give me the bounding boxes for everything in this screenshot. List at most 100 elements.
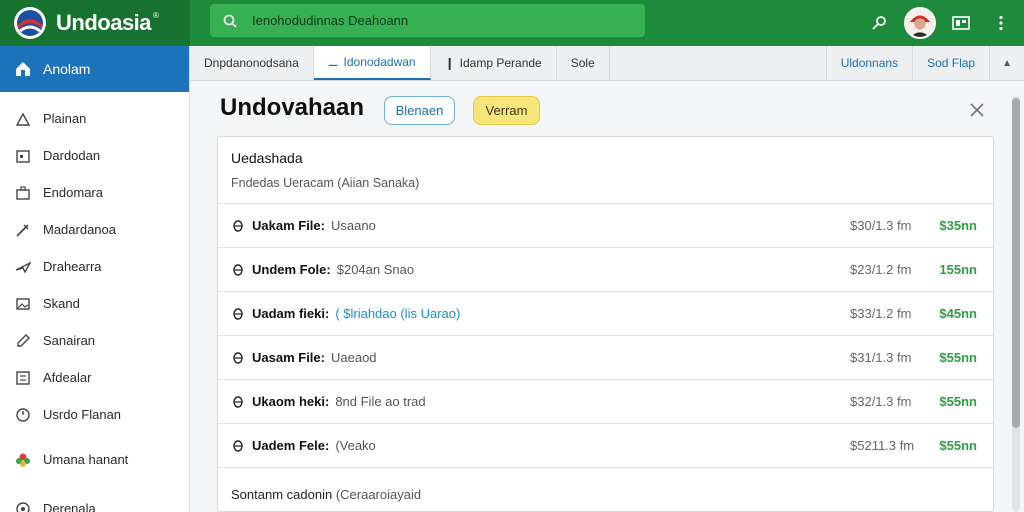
card-subtitle: Fndedas Ueracam (Aiian Sanaka) (231, 176, 420, 190)
registered-mark: ® (153, 10, 159, 20)
table-row[interactable]: Uakam File: Usaano $30/1.3 fm $35nn (218, 204, 993, 248)
sidebar-item[interactable]: Madardanoa (0, 211, 189, 248)
tab-link-one[interactable]: Uldonnans (825, 46, 912, 80)
scrollbar-thumb[interactable] (1012, 98, 1020, 428)
row-price: $55nn (939, 394, 977, 409)
table-row[interactable]: Uadem Fele: (Veako $5211.3 fm $55nn (218, 424, 993, 468)
row-size: $31/1.3 fm (850, 350, 912, 365)
file-icon (231, 263, 245, 276)
chevron-up-icon[interactable]: ▲ (989, 46, 1024, 80)
page-title: Undovahaan (220, 94, 365, 121)
row-detail: (Veako (335, 438, 376, 453)
brand-name: Undoasia (56, 10, 152, 35)
sidebar-item[interactable]: Plainan (0, 100, 189, 137)
sidebar-item-label: Skand (43, 296, 80, 311)
row-label: Ukaom heki: (252, 394, 330, 409)
list-icon (14, 369, 32, 387)
row-size: $32/1.3 fm (850, 394, 912, 409)
tab-sole[interactable]: Sole (557, 46, 610, 80)
brand[interactable]: Undoasia ® (0, 0, 190, 46)
sidebar-item[interactable]: Umana hanant (0, 441, 189, 478)
row-label: Uadam fieki: (252, 306, 330, 321)
sidebar-item[interactable]: Skand (0, 285, 189, 322)
row-detail: 8nd File ao trad (335, 394, 426, 409)
footer-label: Sontanm cadonin (231, 487, 333, 502)
table-row[interactable]: Uasam File: Uaeaod $31/1.3 fm $55nn (218, 336, 993, 380)
row-detail: Uaeaod (330, 350, 377, 365)
top-bar: Undoasia ® (0, 0, 1024, 46)
file-icon (231, 395, 245, 408)
row-detail: Usaano (330, 218, 376, 233)
top-actions (864, 0, 1024, 46)
sidebar-item-label: Dardodan (43, 148, 101, 163)
primary-button[interactable]: Verram (473, 96, 540, 125)
tab-label: Sole (570, 56, 595, 70)
briefcase-icon (14, 184, 32, 202)
table-row[interactable]: Ukaom heki: 8nd File ao trad $32/1.3 fm $55… (218, 380, 993, 424)
image-icon (14, 295, 32, 313)
search-icon[interactable] (216, 7, 244, 35)
row-size: $5211.3 fm (850, 438, 915, 453)
card-title: Uedashada (231, 150, 303, 166)
row-label: Uasam File: (252, 350, 325, 365)
sidebar-item[interactable]: Drahearra (0, 248, 189, 285)
sidebar-item[interactable]: Usrdo Flanan (0, 396, 189, 433)
row-size: $23/1.2 fm (850, 262, 912, 277)
sidebar-item-label: Afdealar (43, 370, 92, 385)
sidebar-item-label: Usrdo Flanan (43, 407, 122, 422)
row-detail[interactable]: ( $lriahdao (lis Uarao) (335, 306, 460, 321)
sidebar-item-label: Madardanoa (43, 222, 116, 237)
tab-icon: ❙ (444, 56, 455, 70)
tab-overview[interactable]: Dnpdanonodsana (190, 46, 314, 80)
card-footer: Sontanm cadonin (Ceraaroiayaid (218, 468, 993, 502)
search-bar[interactable] (210, 4, 645, 37)
sidebar-item-label: Sanairan (43, 333, 96, 348)
sidebar-item[interactable]: Dardodan (0, 137, 189, 174)
row-label: Uadem Fele: (252, 438, 330, 453)
row-detail: $204an Snao (336, 262, 415, 277)
table-row[interactable]: Uadam fieki: ( $lriahdao (lis Uarao) $33/1… (218, 292, 993, 336)
sidebar-item-label: Anolam (43, 61, 91, 77)
sidebar-item-label: Plainan (43, 111, 87, 126)
scrollbar[interactable] (1012, 96, 1020, 512)
tab-active[interactable]: ⚊ Idonodadwan (313, 46, 431, 80)
row-price: $45nn (939, 306, 977, 321)
clock-icon (14, 406, 32, 424)
file-icon (231, 351, 245, 364)
row-price: $55nn (939, 350, 977, 365)
table-row[interactable]: Undem Fole: $204an Snao $23/1.2 fm 155nn (218, 248, 993, 292)
file-icon (231, 219, 245, 232)
sidebar-item[interactable]: Afdealar (0, 359, 189, 396)
settings-icon (14, 500, 32, 512)
tab-third[interactable]: ❙ Idamp Perande (431, 46, 557, 80)
file-icon (231, 307, 245, 320)
row-price: $55nn (939, 438, 977, 453)
row-price: $35nn (939, 218, 977, 233)
row-label: Undem Fole: (252, 262, 331, 277)
tab-spacer (610, 46, 826, 80)
home-icon (14, 60, 32, 78)
pin-icon[interactable] (864, 8, 894, 38)
search-input[interactable] (252, 13, 632, 28)
sidebar-item-home[interactable]: Anolam (0, 46, 189, 92)
sidebar-item[interactable]: Sanairan (0, 322, 189, 359)
footer-muted: (Ceraaroiayaid (335, 487, 422, 502)
more-vertical-icon[interactable] (986, 8, 1016, 38)
tab-link-two[interactable]: Sod Flap (912, 46, 989, 80)
tab-bar: Dnpdanonodsana ⚊ Idonodadwan ❙ Idamp Peran… (190, 46, 1024, 81)
file-list: Uakam File: Usaano $30/1.3 fm $35nn Undem Fo… (218, 204, 993, 468)
sidebar: Anolam Plainan Dardodan Endomara Madarda… (0, 46, 190, 512)
grid-icon[interactable] (946, 8, 976, 38)
sidebar-item[interactable]: Derenala (0, 490, 189, 512)
sidebar-item-label: Endomara (43, 185, 103, 200)
card-header: Uedashada Fndedas Ueracam (Aiian Sanaka) (218, 137, 993, 204)
close-icon[interactable] (966, 99, 988, 121)
plane-icon (14, 258, 32, 276)
avatar[interactable] (904, 7, 936, 39)
sidebar-item[interactable]: Endomara (0, 174, 189, 211)
outline-button[interactable]: Blenaen (384, 96, 455, 125)
tab-label: Idonodadwan (343, 55, 416, 69)
upload-icon (14, 110, 32, 128)
flower-icon (14, 451, 32, 469)
tab-icon: ⚊ (327, 55, 339, 69)
